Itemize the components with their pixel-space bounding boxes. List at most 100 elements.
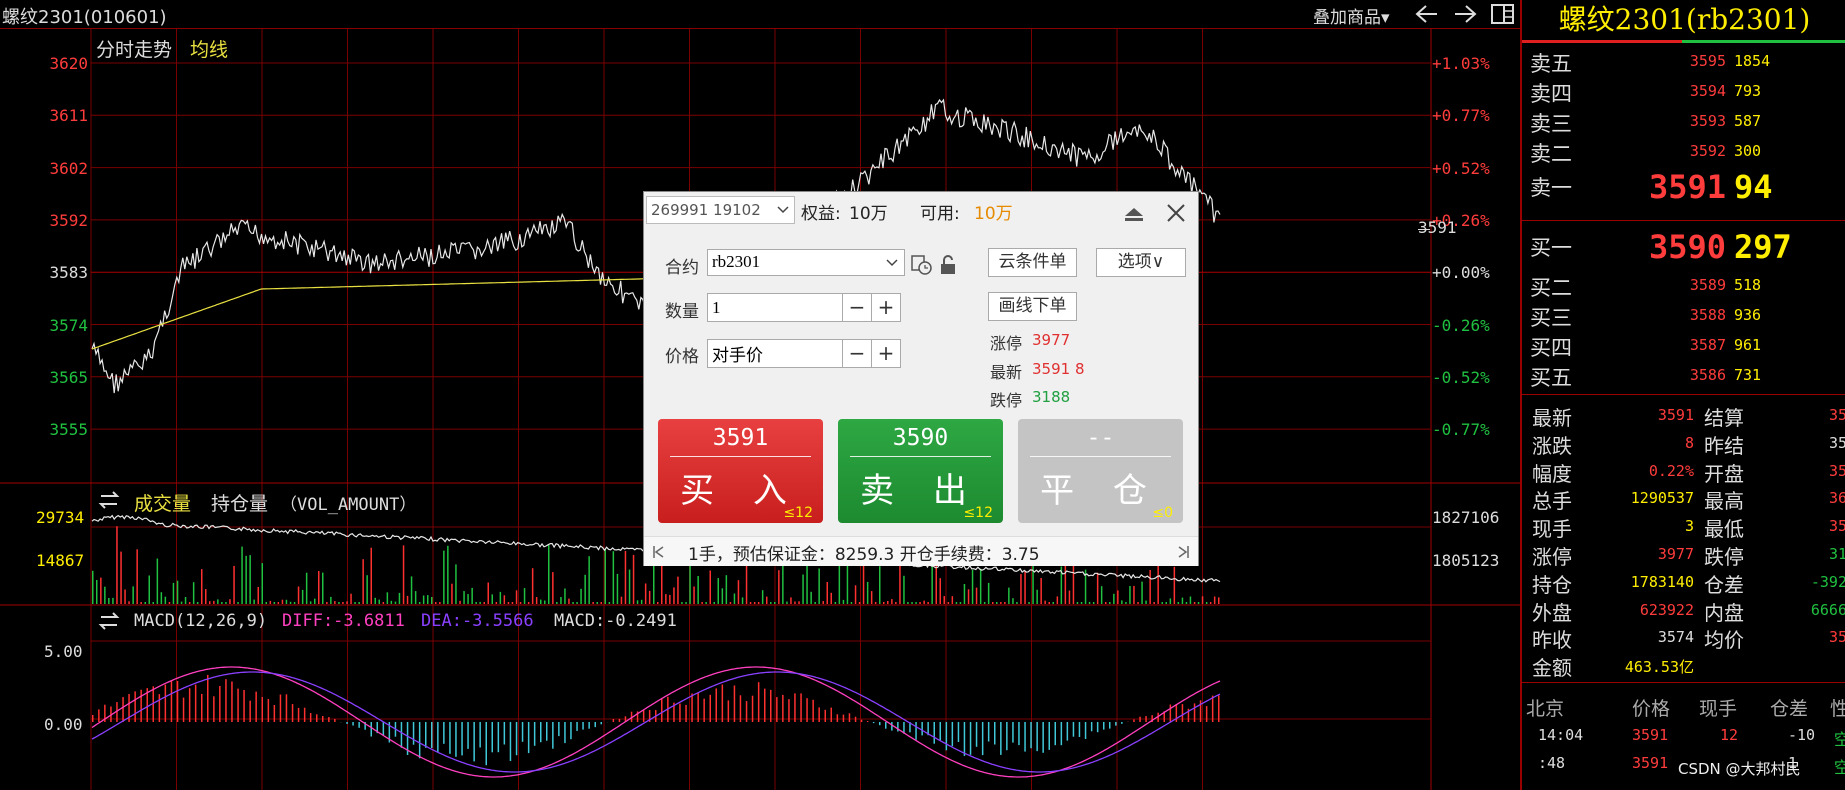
macd-bar [261, 697, 263, 722]
ask-price[interactable]: 3593 [1662, 112, 1726, 130]
unlock-icon[interactable] [939, 254, 959, 276]
volume-bar [806, 563, 808, 604]
macd-bar [309, 713, 312, 722]
contract-select[interactable]: rb2301 [707, 249, 905, 276]
scroll-left-icon[interactable] [652, 545, 664, 559]
draw-line-order-button[interactable]: 画线下单 [988, 292, 1077, 321]
volume-bar [378, 599, 380, 604]
stat-value: 3977 [1657, 545, 1694, 563]
macd-bar [533, 722, 536, 746]
macd-bar [963, 722, 966, 756]
sell-open-button[interactable]: 3590 卖 出 ≤12 [838, 419, 1003, 523]
limit-up-value: 3977 [1032, 331, 1071, 349]
bid-price[interactable]: 3589 [1662, 276, 1726, 294]
collapse-icon[interactable] [1123, 206, 1145, 222]
macd-bar [1211, 695, 1214, 722]
bid-price[interactable]: 3587 [1662, 336, 1726, 354]
oi-tick-high: 1827106 [1432, 508, 1500, 527]
chevron-down-icon [886, 259, 898, 267]
macd-bar [691, 693, 693, 722]
volume-bar [975, 587, 978, 604]
clock-icon[interactable] [910, 254, 934, 276]
chart-header-bar: 螺纹2301(010601) 叠加商品▾ [0, 0, 1520, 29]
options-button[interactable]: 选项∨ [1096, 248, 1186, 277]
volume-bar [1145, 600, 1147, 604]
volume-bar [390, 600, 393, 604]
volume-bar [326, 602, 328, 604]
macd-bar [322, 716, 324, 722]
buy-open-button[interactable]: 3591 买 入 ≤12 [658, 419, 823, 523]
latest-value: 3591 [1032, 360, 1071, 378]
account-select[interactable]: 269991 19102 [646, 196, 795, 224]
price-increment-button[interactable]: + [871, 339, 901, 368]
macd-bar [600, 722, 602, 725]
macd-bar [316, 714, 318, 722]
switch-macd-icon[interactable] [98, 610, 122, 632]
price-decrement-button[interactable]: − [842, 339, 872, 368]
arrow-right-icon[interactable] [1452, 3, 1478, 25]
macd-bar [570, 722, 572, 740]
ask-label: 卖二 [1530, 142, 1572, 166]
tick-qty: 12 [1720, 726, 1739, 744]
macd-bar [485, 722, 487, 766]
volume-bar [184, 597, 187, 604]
buy-price: 3591 [712, 425, 769, 451]
macd-bar [558, 722, 560, 737]
volume-bar [1173, 566, 1176, 604]
stat-value: 35 [1828, 517, 1845, 536]
quote-title: 螺纹2301(rb2301) [1558, 3, 1811, 36]
close-position-button[interactable]: -- 平 仓 ≤0 [1018, 419, 1183, 523]
macd-bar [225, 679, 227, 722]
quantity-decrement-button[interactable]: − [842, 293, 872, 322]
volume-bar [435, 602, 437, 604]
price-tick: 3565 [49, 367, 88, 387]
macd-bar [836, 714, 839, 722]
volume-bar [261, 563, 263, 604]
volume-bar [1141, 581, 1143, 604]
layout-toggle-icon[interactable] [1490, 3, 1516, 25]
price-input[interactable] [707, 339, 843, 368]
macd-bar [703, 698, 705, 722]
volume-bar [366, 575, 368, 604]
ask-price[interactable]: 3595 [1662, 52, 1726, 70]
macd-bar [788, 699, 790, 722]
overlay-commodity-menu[interactable]: 叠加商品▾ [1313, 3, 1390, 28]
current-price-tick [1418, 229, 1430, 230]
volume-bar [422, 595, 425, 604]
quantity-increment-button[interactable]: + [871, 293, 901, 322]
bid-price[interactable]: 3590 [1608, 228, 1726, 266]
volume-bar [346, 601, 348, 604]
bid-price[interactable]: 3586 [1662, 366, 1726, 384]
macd-bar [1078, 722, 1081, 737]
volume-bar [164, 596, 167, 604]
macd-bar [1018, 722, 1020, 746]
macd-bar [1103, 722, 1105, 730]
stat-label: 最低 [1704, 517, 1744, 542]
quantity-input[interactable] [707, 293, 843, 322]
volume-bar [128, 601, 130, 604]
volume-bar [1020, 574, 1022, 604]
volume-bar [1169, 598, 1172, 604]
volume-bar [148, 575, 150, 604]
volume-bar [996, 602, 998, 604]
ask-price[interactable]: 3594 [1662, 82, 1726, 100]
stat-label: 跌停 [1704, 545, 1744, 569]
ask-volume: 793 [1734, 82, 1762, 100]
macd-bar [957, 722, 960, 742]
volume-bar [729, 602, 732, 604]
volume-bar [1012, 598, 1014, 604]
ask-price[interactable]: 3591 [1608, 168, 1726, 206]
volume-bar [156, 558, 159, 604]
close-icon[interactable] [1165, 202, 1187, 224]
bid-price[interactable]: 3588 [1662, 306, 1726, 324]
stat-value: 463.53亿 [1624, 658, 1694, 677]
cloud-condition-order-button[interactable]: 云条件单 [988, 248, 1077, 277]
volume-bar [766, 596, 768, 604]
arrow-left-icon[interactable] [1414, 3, 1440, 25]
scroll-right-icon[interactable] [1178, 545, 1190, 559]
volume-bar [939, 578, 941, 604]
volume-bar [540, 599, 542, 604]
volume-bar [564, 588, 566, 604]
ask-price[interactable]: 3592 [1662, 142, 1726, 160]
switch-indicator-icon[interactable] [98, 489, 122, 511]
